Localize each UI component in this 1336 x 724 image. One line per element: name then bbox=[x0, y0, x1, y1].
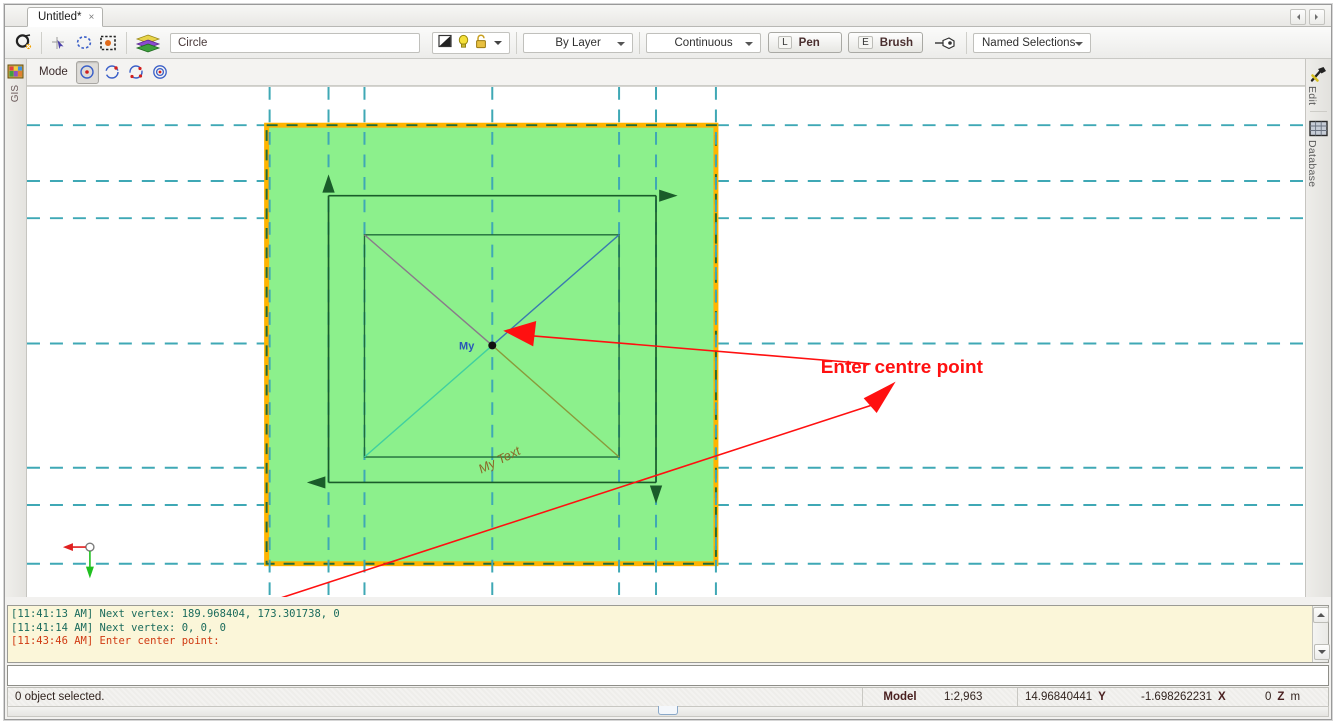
status-selection: 0 object selected. bbox=[15, 691, 105, 703]
layer-combo-value: By Layer bbox=[555, 36, 601, 49]
tools-icon[interactable] bbox=[1309, 64, 1329, 84]
circle-three-point-mode[interactable] bbox=[126, 62, 147, 83]
arrow-pointer-icon[interactable] bbox=[49, 32, 71, 54]
layer-combo[interactable]: By Layer bbox=[523, 32, 634, 53]
log-line-2: [11:41:14 AM] Next vertex: 0, 0, 0 bbox=[11, 622, 226, 634]
linetype-combo-value: Continuous bbox=[674, 36, 733, 49]
close-icon[interactable]: × bbox=[88, 12, 94, 23]
status-bar: 0 object selected. Model 1:2,963 14.9684… bbox=[7, 687, 1329, 707]
chevron-down-icon bbox=[745, 41, 754, 50]
status-coord-x: -1.698262231 X bbox=[1134, 688, 1258, 706]
left-rail: GIS bbox=[5, 59, 27, 597]
log-line-3: [11:43:46 AM] Enter center point: bbox=[11, 635, 220, 647]
center-point-label: My bbox=[459, 340, 474, 352]
object-name-field[interactable]: Circle bbox=[170, 32, 420, 53]
status-coord-z-label: Z bbox=[1277, 691, 1285, 703]
status-coord-x-value: -1.698262231 bbox=[1141, 691, 1212, 703]
brush-shortcut-key: E bbox=[858, 36, 873, 49]
mode-label: Mode bbox=[39, 66, 68, 78]
palette-icon[interactable] bbox=[7, 62, 25, 80]
color-swatch-icon[interactable] bbox=[438, 34, 452, 51]
rail-divider bbox=[1310, 111, 1327, 113]
select-object-icon[interactable] bbox=[12, 32, 34, 54]
circle-two-point-mode[interactable] bbox=[102, 62, 123, 83]
pen-button-label: Pen bbox=[798, 36, 820, 49]
light-bulb-icon[interactable] bbox=[457, 34, 470, 52]
log-line-1-text: Next vertex: 189.968404, 173.301738, 0 bbox=[93, 608, 340, 620]
layers-icon[interactable] bbox=[134, 32, 162, 54]
main-toolbar: Circle By Layer Continuous L Pen E Brush… bbox=[5, 27, 1331, 59]
marquee-select-icon[interactable] bbox=[97, 32, 119, 54]
pen-button[interactable]: L Pen bbox=[768, 32, 843, 53]
document-tab-untitled[interactable]: Untitled* × bbox=[27, 7, 104, 27]
document-tab-title: Untitled* bbox=[38, 11, 82, 23]
center-point-marker bbox=[488, 341, 497, 350]
tab-prev-icon[interactable] bbox=[1290, 9, 1306, 25]
message-log-panel: [11:41:13 AM] Next vertex: 189.968404, 1… bbox=[7, 605, 1330, 663]
object-properties-bar bbox=[432, 31, 511, 54]
database-panel-label[interactable]: Database bbox=[1306, 140, 1318, 187]
object-name-value: Circle bbox=[178, 36, 208, 49]
annotation-text: Enter centre point bbox=[821, 356, 984, 377]
edit-panel-label[interactable]: Edit bbox=[1306, 86, 1318, 105]
log-line-1-time: [11:41:13 AM] bbox=[11, 608, 94, 620]
command-input-field[interactable] bbox=[8, 666, 1328, 685]
scroll-up-icon[interactable] bbox=[1313, 607, 1329, 623]
status-coord-y-label: Y bbox=[1098, 691, 1106, 703]
right-rail: Edit Database bbox=[1305, 59, 1331, 597]
status-coord-z: 0 Z m bbox=[1258, 688, 1328, 706]
log-line-2-text: Next vertex: 0, 0, 0 bbox=[93, 621, 226, 634]
canvas-svg: My My Text Enter centre point bbox=[27, 87, 1305, 597]
bottom-bar bbox=[7, 706, 1329, 717]
named-selections-value: Named Selections bbox=[982, 36, 1076, 49]
tab-navigation bbox=[1290, 9, 1325, 25]
lasso-select-icon[interactable] bbox=[73, 32, 95, 54]
status-scale[interactable]: 1:2,963 bbox=[937, 688, 1017, 706]
log-scrollbar[interactable] bbox=[1312, 606, 1330, 662]
grid-icon[interactable] bbox=[1309, 118, 1329, 138]
status-coord-z-value: 0 bbox=[1265, 691, 1272, 703]
scroll-down-icon[interactable] bbox=[1314, 644, 1330, 660]
properties-dropdown-icon[interactable] bbox=[492, 36, 504, 50]
brush-button[interactable]: E Brush bbox=[848, 32, 923, 53]
status-coord-x-label: X bbox=[1217, 691, 1226, 703]
gis-rail-label[interactable]: GIS bbox=[10, 85, 21, 102]
brush-button-label: Brush bbox=[879, 36, 913, 49]
linetype-combo[interactable]: Continuous bbox=[646, 32, 762, 53]
status-view-mode-label: Model bbox=[883, 691, 917, 703]
document-tab-bar: Untitled* × bbox=[5, 5, 1331, 27]
lock-icon[interactable] bbox=[475, 34, 487, 52]
status-coord-y: 14.96840441 Y bbox=[1018, 688, 1134, 706]
status-view-mode[interactable]: Model bbox=[863, 688, 937, 706]
drawing-canvas[interactable]: My My Text Enter centre point bbox=[27, 86, 1305, 597]
chevron-down-icon bbox=[617, 41, 626, 50]
log-line-2-time: [11:41:14 AM] bbox=[11, 621, 94, 634]
mode-bar: Mode bbox=[5, 59, 1331, 86]
log-line-3-time: [11:43:46 AM] bbox=[11, 635, 94, 647]
resize-grip[interactable] bbox=[658, 706, 678, 715]
pick-style-icon[interactable] bbox=[933, 32, 959, 54]
tab-next-icon[interactable] bbox=[1309, 9, 1325, 25]
pen-shortcut-key: L bbox=[778, 36, 792, 49]
chevron-down-icon bbox=[1075, 41, 1083, 50]
status-units: m bbox=[1290, 691, 1301, 703]
log-line-3-text: Enter center point: bbox=[93, 635, 220, 647]
application-window: Untitled* × Circle By Layer Continuous L… bbox=[4, 4, 1332, 720]
named-selections-combo[interactable]: Named Selections bbox=[973, 32, 1091, 53]
circle-concentric-mode[interactable] bbox=[150, 62, 171, 83]
status-coord-y-value: 14.96840441 bbox=[1025, 691, 1093, 703]
command-input[interactable] bbox=[7, 665, 1329, 686]
log-line-1: [11:41:13 AM] Next vertex: 189.968404, 1… bbox=[11, 608, 340, 620]
circle-center-radius-mode[interactable] bbox=[75, 60, 99, 84]
log-lines: [11:41:13 AM] Next vertex: 189.968404, 1… bbox=[11, 608, 1310, 662]
